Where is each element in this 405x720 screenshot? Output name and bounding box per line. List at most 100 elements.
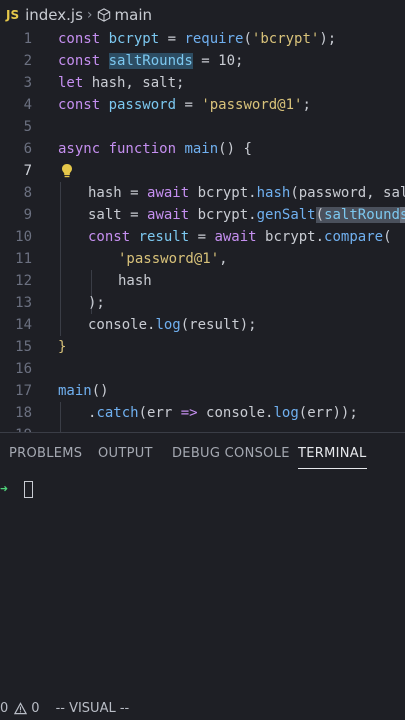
token: salt [88,207,122,223]
code-editor[interactable]: 1 2 3 4 5 6 7 8 9 10 11 12 13 14 15 16 1… [0,28,405,432]
token: ( [383,229,392,245]
token: await [147,185,198,201]
token: await [214,229,266,245]
token: 10 [218,53,236,69]
token: compare [324,229,384,245]
line-number: 16 [15,361,32,377]
tab-output[interactable]: OUTPUT [98,440,153,468]
token: . [248,207,257,223]
token: let [58,75,92,91]
token: ( [243,31,252,47]
cube-symbol-icon [97,8,110,22]
js-file-icon: JS [6,8,20,22]
token: = [121,207,148,223]
token: 'password@1' [118,251,220,267]
token: log [155,317,181,333]
code-line: salt = await bcrypt.genSalt(saltRounds); [88,204,405,226]
code-line: hash [118,270,152,292]
token: const [58,53,109,69]
token: = [159,31,185,47]
token: ( [315,207,325,223]
token: hash [88,185,122,201]
code-line: const result = await bcrypt.compare( [88,226,392,248]
status-bar: 0 0 -- VISUAL -- [0,696,405,720]
chevron-right-icon: › [86,7,93,23]
token: ; [235,53,244,69]
warning-icon [14,701,28,714]
panel-divider[interactable] [0,432,405,433]
text-cursor: s [399,207,405,223]
token: bcrypt [197,185,249,201]
token: (err)); [298,405,358,421]
token: . [315,229,325,245]
token: const [88,229,139,245]
token: = [192,53,219,69]
token: console [197,405,266,421]
token: main [58,383,92,399]
token: function [108,141,185,157]
code-line: console.log(result); [88,314,257,336]
token: async [58,141,109,157]
token: hash [256,185,291,201]
code-line: ); [88,292,105,314]
token: const [58,97,109,113]
tab-terminal[interactable]: TERMINAL [298,440,367,469]
token: log [273,405,299,421]
token: ; [302,97,311,113]
tab-debug-console[interactable]: DEBUG CONSOLE [172,440,290,468]
code-line: 'password@1', [118,248,228,270]
vim-mode: -- VISUAL -- [55,700,130,716]
error-count[interactable]: 0 [0,701,8,716]
code-line: } [58,336,66,358]
selection-text: saltRound [324,207,400,223]
token: catch [96,405,139,421]
token: result [138,229,190,245]
lightbulb-icon[interactable] [60,163,74,179]
token: => [180,405,198,421]
token: genSalt [256,207,316,223]
token: (result); [180,317,257,333]
token: password [108,97,177,113]
tab-problems[interactable]: PROBLEMS [9,440,82,468]
token: ); [88,295,105,311]
token: = [176,97,202,113]
token-highlighted: saltRounds [108,53,193,69]
code-line: hash = await bcrypt.hash(password, salt)… [88,182,405,204]
token: const [58,31,109,47]
token: (password, salt); [290,185,405,201]
token: } [58,339,67,355]
token: 'bcrypt' [251,31,320,47]
token: await [147,207,198,223]
token: console [88,317,148,333]
warning-count[interactable]: 0 [31,701,39,716]
token: require [184,31,244,47]
code-line: .catch(err => console.log(err)); [88,402,358,424]
token: . [248,185,257,201]
line-number: 19 [0,424,32,432]
breadcrumb-file[interactable]: index.js [25,6,83,24]
token: = [121,185,148,201]
breadcrumb-symbol[interactable]: main [115,6,152,24]
token: main [184,141,219,157]
token: (err [138,405,181,421]
panel-tabs: PROBLEMS OUTPUT DEBUG CONSOLE TERMINAL [0,440,405,470]
code-line: const password = 'password@1'; [58,94,311,116]
token: () { [218,141,252,157]
token: hash, salt; [91,75,185,91]
breadcrumb: JS index.js › main [0,0,405,30]
line-number: 5 [23,119,32,135]
token: ); [319,31,337,47]
token: 'password@1' [201,97,303,113]
terminal[interactable]: ➜ [0,476,405,690]
token: hash [118,273,152,289]
token: , [219,251,228,267]
code-line: main() [58,380,109,402]
token: bcrypt [265,229,316,245]
token: bcrypt [197,207,249,223]
prompt-arrow-icon: ➜ [0,482,8,497]
terminal-cursor [24,481,33,498]
code-line: const bcrypt = require('bcrypt'); [58,28,336,50]
token: bcrypt [108,31,160,47]
code-line: async function main() { [58,138,252,160]
token: () [91,383,109,399]
